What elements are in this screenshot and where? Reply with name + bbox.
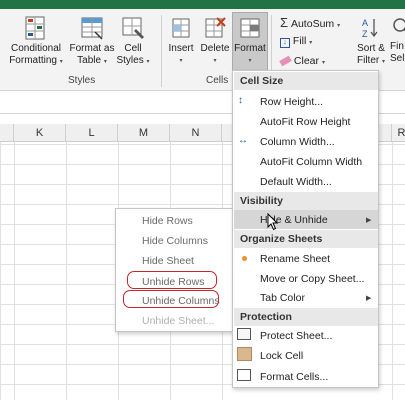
insert-label: Insert <box>168 43 194 54</box>
hide-columns-item[interactable]: Hide Columns <box>142 235 208 247</box>
chevron-down-icon: ▾ <box>321 60 325 66</box>
autofit-row-height-item[interactable]: AutoFit Row Height <box>260 116 350 128</box>
styles-group-label: Styles <box>68 75 96 86</box>
clear-label: Clear <box>293 55 320 67</box>
rename-sheet-icon <box>242 256 247 261</box>
chevron-down-icon: ▾ <box>337 23 341 29</box>
grid-line <box>66 142 67 400</box>
svg-text:A: A <box>362 18 368 28</box>
sort-label-line2: Filter <box>356 55 380 66</box>
chevron-down-icon: ▾ <box>146 59 150 65</box>
lock-cell-icon <box>237 347 252 361</box>
find-select-button[interactable]: Fin Sele <box>390 15 405 65</box>
organize-sheets-header: Organize Sheets <box>234 230 378 248</box>
chevron-down-icon: ▾ <box>103 59 107 65</box>
find-label-line2: Sele <box>390 53 405 64</box>
column-header-l[interactable]: L <box>66 124 118 142</box>
fill-label: Fill <box>292 35 307 47</box>
cf-label-line1: Conditional <box>10 43 62 54</box>
magnifier-icon <box>390 15 405 41</box>
row-height-icon: ↕ <box>238 95 243 106</box>
tab-color-item[interactable]: Tab Color <box>260 292 305 304</box>
row-height-item[interactable]: Row Height... <box>260 96 323 108</box>
fat-label-line2: Table <box>77 55 102 66</box>
conditional-formatting-button[interactable]: Conditional Formatting ▾ <box>6 15 66 68</box>
chevron-down-icon: ▾ <box>59 59 63 65</box>
hide-unhide-submenu: Hide Rows Hide Columns Hide Sheet Unhide… <box>115 208 233 332</box>
column-header-r[interactable]: R <box>392 124 405 142</box>
delete-icon <box>202 15 228 41</box>
eraser-icon <box>279 55 292 67</box>
format-dropdown-menu: Cell Size ↕ Row Height... AutoFit Row He… <box>232 70 379 388</box>
protect-sheet-item[interactable]: Protect Sheet... <box>260 330 332 342</box>
default-width-item[interactable]: Default Width... <box>260 176 332 188</box>
format-icon <box>237 15 263 41</box>
chevron-down-icon: ▾ <box>248 58 252 64</box>
format-button[interactable]: Format ▾ <box>232 15 268 67</box>
cs-label-line2: Styles <box>116 55 144 66</box>
chevron-down-icon: ▾ <box>213 58 217 64</box>
delete-button[interactable]: Delete ▾ <box>199 15 231 67</box>
fat-label-line1: Format as <box>69 43 115 54</box>
column-header-left[interactable] <box>0 124 14 142</box>
format-cells-item[interactable]: Format Cells... <box>260 371 328 383</box>
move-copy-sheet-item[interactable]: Move or Copy Sheet... <box>260 273 364 285</box>
conditional-formatting-icon <box>23 15 49 41</box>
format-label: Format <box>234 43 266 54</box>
sort-filter-button[interactable]: A Z Sort & Filter ▾ <box>354 15 388 68</box>
fill-down-icon: ↓ <box>280 38 290 48</box>
rename-sheet-item[interactable]: Rename Sheet <box>260 253 330 265</box>
svg-text:Z: Z <box>362 29 368 39</box>
autofit-column-width-item[interactable]: AutoFit Column Width <box>260 156 362 168</box>
grid-line <box>392 142 393 400</box>
format-as-table-button[interactable]: Format as Table ▾ <box>68 15 116 68</box>
title-bar <box>0 0 405 9</box>
sort-label-line1: Sort & <box>357 43 385 54</box>
grid-line <box>14 142 15 400</box>
chevron-right-icon: ▶ <box>366 295 372 302</box>
lock-cell-item[interactable]: Lock Cell <box>260 350 303 362</box>
delete-label: Delete <box>200 43 230 54</box>
column-width-icon: ↔ <box>238 135 248 146</box>
column-header-m[interactable]: M <box>118 124 170 142</box>
unhide-rows-highlight <box>127 271 217 289</box>
unhide-sheet-item: Unhide Sheet... <box>142 315 215 327</box>
cell-styles-button[interactable]: Cell Styles ▾ <box>116 15 150 68</box>
autosum-label: AutoSum <box>290 18 335 30</box>
insert-button[interactable]: Insert ▾ <box>166 15 196 67</box>
mouse-cursor-icon <box>267 213 279 231</box>
protection-header: Protection <box>234 308 378 326</box>
column-header-k[interactable]: K <box>14 124 66 142</box>
cells-group-label: Cells <box>206 75 229 86</box>
column-header-n[interactable]: N <box>170 124 222 142</box>
chevron-down-icon: ▾ <box>309 40 313 46</box>
format-as-table-icon <box>79 15 105 41</box>
unhide-columns-highlight <box>123 290 219 308</box>
insert-icon <box>168 15 194 41</box>
find-label-line1: Fin <box>390 41 404 52</box>
hide-sheet-item[interactable]: Hide Sheet <box>142 255 194 267</box>
chevron-right-icon: ▶ <box>366 217 372 224</box>
autosum-button[interactable]: Σ AutoSum ▾ <box>280 15 340 30</box>
cf-label-line2: Formatting <box>9 55 57 66</box>
hide-rows-item[interactable]: Hide Rows <box>142 215 193 227</box>
cs-label-line1: Cell <box>124 43 142 54</box>
column-width-item[interactable]: Column Width... <box>260 136 335 148</box>
sort-filter-icon: A Z <box>358 15 384 41</box>
fill-button[interactable]: ↓ Fill ▾ <box>280 35 312 48</box>
clear-button[interactable]: Clear ▾ <box>279 55 325 67</box>
format-cells-icon <box>237 369 251 381</box>
cell-size-header: Cell Size <box>234 72 378 90</box>
chevron-down-icon: ▾ <box>179 58 183 64</box>
protect-sheet-icon <box>237 328 251 340</box>
cell-styles-icon <box>120 15 146 41</box>
chevron-down-icon: ▾ <box>382 59 386 65</box>
visibility-header: Visibility <box>234 192 378 210</box>
sigma-icon: Σ <box>280 15 289 30</box>
ribbon-separator <box>161 15 162 87</box>
